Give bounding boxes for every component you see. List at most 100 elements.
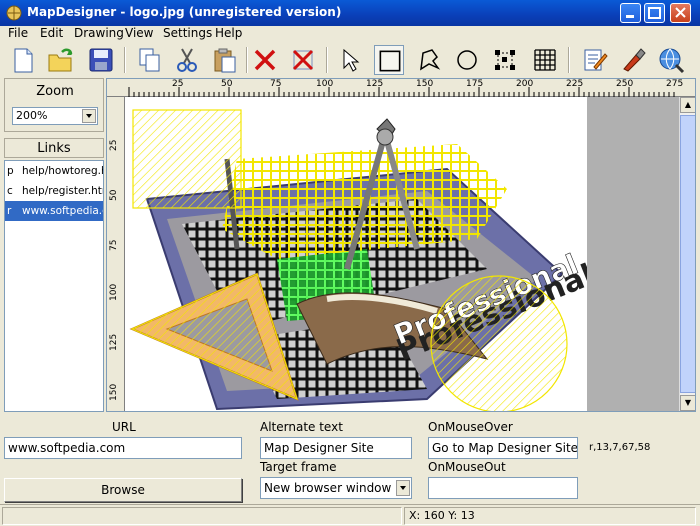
cut-scissors-icon[interactable] <box>172 45 202 75</box>
preview-browser-icon[interactable] <box>656 45 686 75</box>
open-folder-icon[interactable] <box>46 45 76 75</box>
delete-x-icon[interactable] <box>250 45 280 75</box>
status-cell-empty <box>2 507 402 525</box>
menu-view[interactable]: View <box>125 26 153 40</box>
ruler-label: 275 <box>666 79 684 89</box>
ruler-label: 25 <box>172 79 184 89</box>
ruler-label: 225 <box>566 79 584 89</box>
horizontal-ruler: 25 50 75 100 125 150 175 200 225 250 275 <box>107 79 695 97</box>
maximize-button[interactable] <box>644 3 665 23</box>
app-globe-icon <box>6 5 22 21</box>
toolbar <box>0 42 700 77</box>
ruler-label: 50 <box>221 79 233 89</box>
area-coords: r,13,7,67,58 <box>589 442 651 453</box>
url-input[interactable]: www.softpedia.com <box>4 437 242 459</box>
paste-icon[interactable] <box>210 45 240 75</box>
links-list[interactable]: p help/howtoreg.h c help/register.htm r … <box>4 160 104 412</box>
ruler-label: 100 <box>109 283 119 301</box>
grid-icon[interactable] <box>530 45 560 75</box>
new-file-icon[interactable] <box>8 45 38 75</box>
scroll-up-icon[interactable]: ▲ <box>680 97 695 113</box>
link-url: help/howtoreg.h <box>22 165 103 177</box>
target-frame-select[interactable]: New browser window <box>260 477 412 499</box>
polygon-tool-icon[interactable] <box>414 45 444 75</box>
menu-drawing[interactable]: Drawing <box>74 26 124 40</box>
node-edit-icon[interactable] <box>490 45 520 75</box>
zoom-label: Zoom <box>36 84 74 99</box>
links-header: Links <box>4 138 104 158</box>
copy-icon[interactable] <box>134 45 164 75</box>
ruler-label: 50 <box>109 189 119 201</box>
vertical-scrollbar[interactable]: ▲ ▼ <box>679 97 695 411</box>
ruler-label: 75 <box>109 239 119 251</box>
status-bar: X: 160 Y: 13 <box>0 504 700 526</box>
zoom-value: 200% <box>16 109 48 122</box>
menu-file[interactable]: File <box>8 26 28 40</box>
alternate-text-input[interactable]: Map Designer Site <box>260 437 412 459</box>
scroll-down-icon[interactable]: ▼ <box>680 395 695 411</box>
rectangle-hotspot[interactable] <box>132 109 242 209</box>
ruler-label: 200 <box>516 79 534 89</box>
delete-all-icon[interactable] <box>288 45 318 75</box>
circle-hotspot[interactable] <box>430 275 568 412</box>
scrollbar-thumb[interactable] <box>680 115 695 393</box>
link-url: www.softpedia.co <box>22 205 103 217</box>
rectangle-tool-icon[interactable] <box>374 45 404 75</box>
canvas-margin <box>587 97 679 411</box>
toolbar-separator <box>124 47 126 73</box>
url-label: URL <box>112 420 136 434</box>
window-title: MapDesigner - logo.jpg (unregistered ver… <box>27 5 342 19</box>
ruler-label: 75 <box>270 79 282 89</box>
onmouseover-input[interactable]: Go to Map Designer Site <box>428 437 578 459</box>
target-frame-label: Target frame <box>260 460 337 474</box>
circle-tool-icon[interactable] <box>452 45 482 75</box>
vertical-ruler: 25 50 75 100 125 150 <box>107 97 125 411</box>
alternate-text-label: Alternate text <box>260 420 343 434</box>
left-panel: Zoom 200% Links p help/howtoreg.h c help… <box>4 78 104 412</box>
link-url: help/register.htm <box>22 185 103 197</box>
close-button[interactable] <box>670 3 691 23</box>
save-disk-icon[interactable] <box>86 45 116 75</box>
properties-panel: URL www.softpedia.com Browse Alternate t… <box>0 413 700 503</box>
chevron-down-icon[interactable] <box>396 480 410 496</box>
compass-hinge <box>376 128 394 146</box>
pointer-arrow-icon[interactable] <box>336 45 366 75</box>
title-bar: MapDesigner - logo.jpg (unregistered ver… <box>0 0 700 26</box>
link-type: r <box>7 205 12 217</box>
ruler-label: 125 <box>109 333 119 351</box>
menu-help[interactable]: Help <box>215 26 242 40</box>
onmouseout-input[interactable] <box>428 477 578 499</box>
list-item[interactable]: c help/register.htm <box>5 181 103 201</box>
status-coords: X: 160 Y: 13 <box>404 507 696 525</box>
menu-bar: File Edit Drawing View Settings Help <box>0 26 700 42</box>
list-item[interactable]: p help/howtoreg.h <box>5 161 103 181</box>
ruler-label: 150 <box>109 383 119 401</box>
ruler-label: 125 <box>366 79 384 89</box>
chevron-down-icon[interactable] <box>82 109 96 123</box>
ruler-label: 250 <box>616 79 634 89</box>
target-frame-value: New browser window <box>264 481 392 495</box>
ruler-label: 150 <box>416 79 434 89</box>
onmouseover-label: OnMouseOver <box>428 420 513 434</box>
link-type: p <box>7 165 14 177</box>
zoom-group: Zoom 200% <box>4 78 104 132</box>
brush-icon[interactable] <box>618 45 648 75</box>
toolbar-separator <box>568 47 570 73</box>
link-type: c <box>7 185 13 197</box>
ruler-label: 25 <box>109 139 119 151</box>
ruler-ticks <box>128 87 675 97</box>
menu-settings[interactable]: Settings <box>163 26 212 40</box>
browse-button[interactable]: Browse <box>4 478 242 502</box>
list-item-selected[interactable]: r www.softpedia.co <box>5 201 103 221</box>
image-canvas[interactable]: 25 50 75 100 125 150 175 200 225 250 275… <box>106 78 696 412</box>
minimize-button[interactable] <box>620 3 641 23</box>
toolbar-separator <box>246 47 248 73</box>
ruler-label: 100 <box>316 79 334 89</box>
ruler-label: 175 <box>466 79 484 89</box>
menu-edit[interactable]: Edit <box>40 26 63 40</box>
zoom-select[interactable]: 200% <box>12 107 98 125</box>
edited-image[interactable]: Professional Professional <box>127 99 587 412</box>
edit-notes-icon[interactable] <box>580 45 610 75</box>
toolbar-separator <box>326 47 328 73</box>
onmouseout-label: OnMouseOut <box>428 460 506 474</box>
